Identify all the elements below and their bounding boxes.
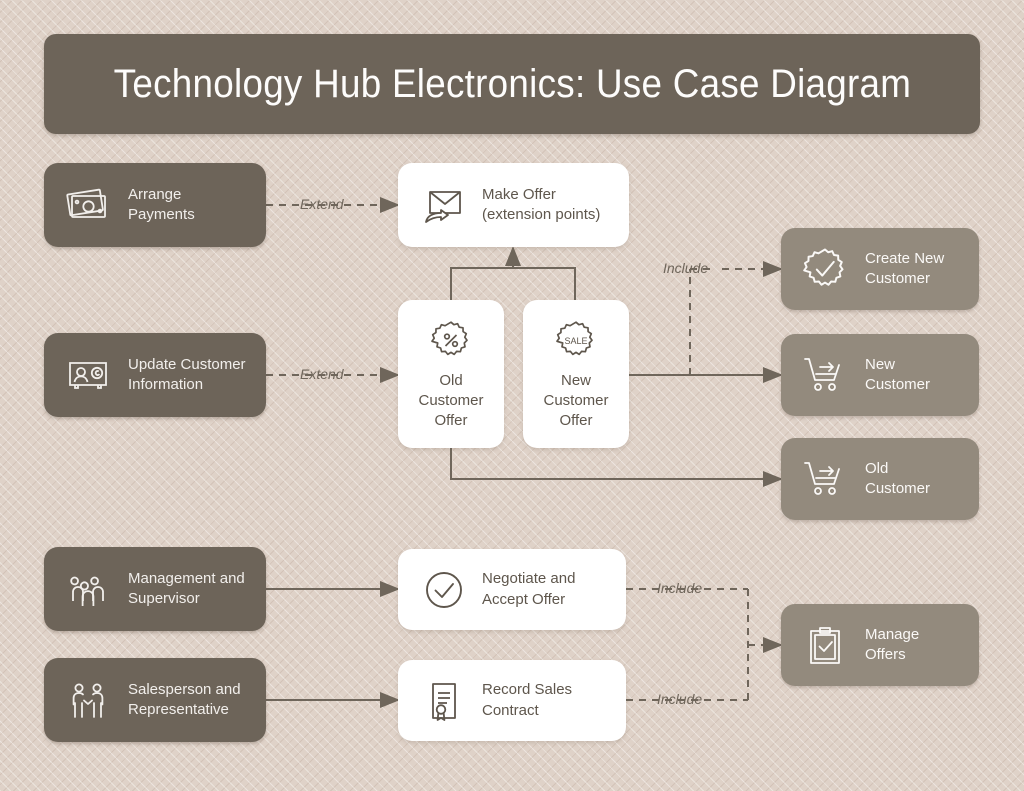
usecase-label: Old Customer Offer [418,371,484,430]
usecase-label: New Customer Offer [543,371,609,430]
usecase-make-offer[interactable]: Make Offer (extension points) [398,163,629,247]
banknotes-icon [60,181,116,229]
actor-management-and-supervisor[interactable]: Management and Supervisor [44,547,266,631]
edge-label-include-record: Include [657,691,703,707]
actor-label: Arrange Payments [128,185,195,223]
usecase-label: Record Sales Contract [482,681,573,719]
edge-label-include-negotiate: Include [657,580,703,596]
actor-salesperson-and-representative[interactable]: Salesperson and Representative [44,658,266,742]
usecase-negotiate-and-accept-offer[interactable]: Negotiate and Accept Offer [398,549,626,630]
percent-badge-icon [428,317,474,363]
certificate-icon [416,677,472,725]
result-label: Manage Offers [865,625,920,663]
result-label: Old Customer [865,459,931,497]
usecase-new-customer-offer[interactable]: SALE New Customer Offer [523,300,629,448]
actor-update-customer-information[interactable]: Update Customer Information [44,333,266,417]
page-title-text: Technology Hub Electronics: Use Case Dia… [113,61,911,106]
cart-arrow-icon [797,453,853,505]
result-old-customer[interactable]: Old Customer [781,438,979,520]
usecase-label: Negotiate and Accept Offer [482,570,576,608]
result-label: Create New Customer [865,249,945,287]
check-circle-icon [416,566,472,614]
actor-label: Update Customer Information [128,355,246,393]
usecase-label: Make Offer (extension points) [482,185,601,223]
check-badge-icon [797,243,853,295]
result-label: New Customer [865,355,931,393]
edge-label-include-create: Include [663,260,709,276]
result-create-new-customer[interactable]: Create New Customer [781,228,979,310]
result-manage-offers[interactable]: Manage Offers [781,604,979,686]
edge-label-extend-top: Extend [300,196,344,212]
usecase-record-sales-contract[interactable]: Record Sales Contract [398,660,626,741]
people-group-icon [60,565,116,613]
handshake-people-icon [60,676,116,724]
clipboard-check-icon [797,619,853,671]
result-new-customer[interactable]: New Customer [781,334,979,416]
svg-text:SALE: SALE [564,336,587,346]
envelope-arrow-icon [416,181,472,229]
actor-label: Management and Supervisor [128,569,245,607]
edge-label-extend-mid: Extend [300,366,344,382]
cart-arrow-icon [797,349,853,401]
usecase-old-customer-offer[interactable]: Old Customer Offer [398,300,504,448]
sale-badge-icon: SALE [553,317,599,363]
actor-arrange-payments[interactable]: Arrange Payments [44,163,266,247]
contact-card-icon [60,351,116,399]
actor-label: Salesperson and Representative [128,680,241,718]
page-title: Technology Hub Electronics: Use Case Dia… [44,34,980,134]
